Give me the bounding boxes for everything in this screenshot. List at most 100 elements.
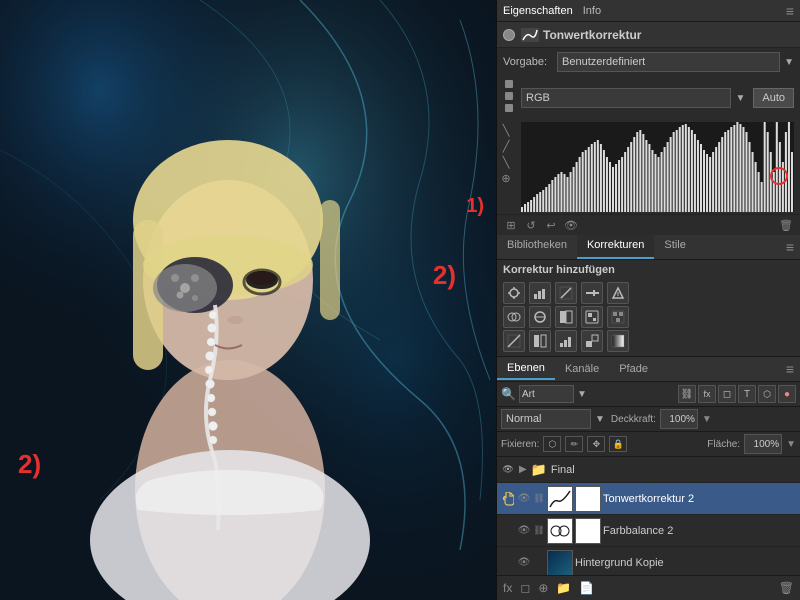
layer-name-tonwert: Tonwertkorrektur 2: [603, 493, 796, 505]
layer-tool-mask[interactable]: ◻: [718, 385, 736, 403]
lock-label: Fixieren:: [501, 439, 539, 450]
corr-icon-vibrance[interactable]: [607, 282, 629, 304]
group-vis-eye[interactable]: 👁: [501, 464, 515, 475]
corr-icon-row-3: [503, 330, 794, 352]
corr-icon-bw[interactable]: [555, 306, 577, 328]
bw-icon: [559, 310, 573, 324]
layer-link-icon-farb[interactable]: ⛓: [533, 525, 545, 536]
new-group-btn[interactable]: 📁: [554, 579, 573, 597]
layers-tab-bar: Ebenen Kanäle Pfade ≡: [497, 357, 800, 382]
tab-info[interactable]: Info: [583, 5, 601, 17]
undo-icon[interactable]: ↩: [543, 217, 559, 233]
tab-pfade[interactable]: Pfade: [609, 359, 658, 379]
corr-icon-exposure[interactable]: [581, 282, 603, 304]
corr-icon-invert[interactable]: [529, 330, 551, 352]
reset-icon[interactable]: ↺: [523, 217, 539, 233]
corr-icon-colorbalance[interactable]: [529, 306, 551, 328]
hist-tool-1[interactable]: ╲: [499, 124, 513, 137]
hist-tool-3[interactable]: ╲: [499, 156, 513, 169]
layer-thumb-tonwert-mask: [575, 486, 601, 512]
group-triangle[interactable]: ▶: [519, 464, 527, 475]
layer-thumb-farb-adj: [547, 518, 573, 544]
add-mask-btn[interactable]: ◻: [518, 579, 532, 597]
layer-extra-tools: ⛓ fx ◻ T ⬡ ●: [678, 385, 796, 403]
eyedropper-tools: [503, 78, 515, 118]
corr-icon-curves[interactable]: [555, 282, 577, 304]
layer-vis-eye-hinter[interactable]: 👁: [517, 557, 531, 568]
properties-section-header: Tonwertkorrektur: [497, 22, 800, 48]
tab-kanaele[interactable]: Kanäle: [555, 359, 609, 379]
delete-icon[interactable]: 🗑: [778, 217, 794, 233]
hist-tool-2[interactable]: ╱: [499, 140, 513, 153]
corr-icon-channelmixer[interactable]: [607, 306, 629, 328]
layers-panel-menu[interactable]: ≡: [780, 357, 800, 381]
tab-ebenen[interactable]: Ebenen: [497, 358, 555, 380]
tab-korrekturen[interactable]: Korrekturen: [577, 235, 654, 259]
corr-icon-brightness[interactable]: [503, 282, 525, 304]
properties-tab-bar: Eigenschaften Info ≡: [497, 0, 800, 22]
layer-tool-fx[interactable]: fx: [698, 385, 716, 403]
corr-icon-row-1: [503, 282, 794, 304]
layer-tool-smart[interactable]: ⬡: [758, 385, 776, 403]
fill-label: Fläche:: [707, 439, 740, 450]
visibility-icon[interactable]: 👁: [563, 217, 579, 233]
lock-all[interactable]: 🔒: [609, 436, 627, 452]
invert-icon: [533, 334, 547, 348]
tab-eigenschaften[interactable]: Eigenschaften: [503, 5, 573, 17]
tab-bibliotheken[interactable]: Bibliotheken: [497, 235, 577, 259]
corr-icon-levels[interactable]: [529, 282, 551, 304]
gradient-icon: [611, 334, 625, 348]
corrections-panel-menu[interactable]: ≡: [780, 235, 800, 259]
lock-paint[interactable]: ✏: [565, 436, 583, 452]
histogram-side-tools: ╲ ╱ ╲ ⊕: [497, 120, 515, 189]
opacity-label: Deckkraft:: [611, 414, 656, 425]
layers-filter-toolbar: 🔍 Art ▼ ⛓ fx ◻ T ⬡ ●: [497, 382, 800, 407]
panel-menu-properties[interactable]: ≡: [786, 3, 794, 19]
preset-dropdown-arrow: ▼: [784, 57, 794, 68]
layer-group-final[interactable]: 👁 ▶ 📁 Final: [497, 457, 800, 483]
vibrance-icon: [611, 286, 625, 300]
layer-vis-eye-farb[interactable]: 👁: [517, 525, 531, 536]
opacity-input[interactable]: [660, 409, 698, 429]
layer-filter-toggle[interactable]: ●: [778, 385, 796, 403]
new-layer-btn[interactable]: 📄: [577, 579, 596, 597]
delete-layer-btn[interactable]: 🗑: [777, 579, 796, 597]
colorbalance-icon: [533, 310, 547, 324]
channel-select[interactable]: RGB: [521, 88, 731, 108]
auto-button[interactable]: Auto: [753, 88, 794, 108]
corr-icon-threshold[interactable]: [581, 330, 603, 352]
add-style-btn[interactable]: fx: [501, 579, 514, 597]
right-panel: Eigenschaften Info ≡ Tonwertkorrektur Vo…: [496, 0, 800, 600]
lock-transparent[interactable]: ⬡: [543, 436, 561, 452]
curves-icon: [521, 28, 539, 42]
corr-icon-hsl[interactable]: [503, 306, 525, 328]
preset-select[interactable]: Benutzerdefiniert: [557, 52, 780, 72]
corr-icon-gradient[interactable]: [607, 330, 629, 352]
colorlookup-icon: [507, 334, 521, 348]
fill-input[interactable]: [744, 434, 782, 454]
new-fill-btn[interactable]: ⊕: [536, 579, 550, 597]
hist-tool-4[interactable]: ⊕: [499, 172, 513, 185]
lock-move[interactable]: ✥: [587, 436, 605, 452]
layer-filter-select[interactable]: Art: [519, 385, 574, 403]
fill-arrow[interactable]: ▼: [786, 439, 796, 450]
tab-stile[interactable]: Stile: [654, 235, 695, 259]
layer-tool-link[interactable]: ⛓: [678, 385, 696, 403]
corr-curves-icon: [559, 286, 573, 300]
blend-mode-select[interactable]: Normal: [501, 409, 591, 429]
expand-icon[interactable]: ⊞: [503, 217, 519, 233]
visibility-toggle[interactable]: [503, 29, 515, 41]
layer-thumb-farb-mask: [575, 518, 601, 544]
layer-row-tonwert[interactable]: 👁 ⛓ Tonwertkorrektur 2: [497, 483, 800, 515]
histogram-canvas-container: [521, 122, 794, 212]
layer-row-farbbalance[interactable]: 👁 ⛓ Farbbalance 2: [497, 515, 800, 547]
layers-bottom-bar: fx ◻ ⊕ 📁 📄 🗑: [497, 575, 800, 600]
corr-icon-posterize[interactable]: [555, 330, 577, 352]
layer-vis-eye-tonwert[interactable]: 👁: [517, 493, 531, 504]
corr-icon-photofilter[interactable]: [581, 306, 603, 328]
opacity-arrow[interactable]: ▼: [702, 414, 712, 425]
layer-tool-type[interactable]: T: [738, 385, 756, 403]
layer-row-hintergrund[interactable]: 👁 Hintergrund Kopie: [497, 547, 800, 575]
corr-icon-colorlookup[interactable]: [503, 330, 525, 352]
layer-link-icon-tonwert[interactable]: ⛓: [533, 493, 545, 504]
